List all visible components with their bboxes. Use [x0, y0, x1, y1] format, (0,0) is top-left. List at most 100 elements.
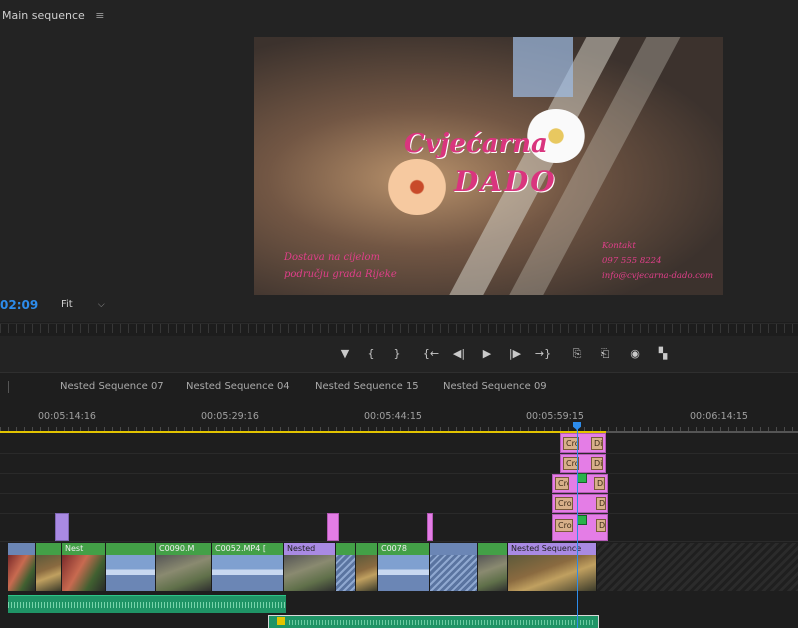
shop-title-line1: Cvjećarna	[404, 129, 548, 159]
clip-body[interactable]	[106, 555, 156, 591]
clip-body[interactable]	[336, 555, 356, 591]
cross-dissolve-transition[interactable]: Cros	[555, 497, 573, 510]
play-button[interactable]: ▶	[478, 347, 496, 361]
clip-label[interactable]	[478, 543, 508, 555]
contact-line2: 097 555 8224	[602, 256, 662, 266]
playhead-line	[577, 429, 578, 628]
track-divider	[0, 493, 798, 494]
lift-button[interactable]: ⎘	[568, 347, 586, 361]
playhead-timecode[interactable]: 02:09	[0, 298, 38, 312]
dip-transition[interactable]: Di	[591, 437, 603, 450]
audio-clip-a1[interactable]	[8, 595, 286, 613]
shop-title-line2: DADO	[454, 165, 557, 198]
export-frame-button[interactable]: ◉	[626, 347, 644, 361]
clip-thumbnail[interactable]	[478, 555, 508, 591]
clip-label[interactable]	[36, 543, 62, 555]
ruler-label: 00:06:14:15	[690, 411, 748, 422]
zoom-dropdown[interactable]: Fit ⌵	[61, 299, 105, 310]
nested-clip-v2[interactable]	[55, 513, 69, 541]
background-window	[513, 37, 573, 97]
track-divider	[0, 513, 798, 514]
clip-label[interactable]	[430, 543, 478, 555]
peach-flower-image	[386, 159, 448, 215]
mark-in-button[interactable]: {	[362, 347, 380, 361]
sequence-name: Main sequence	[2, 9, 85, 22]
dip-transition[interactable]: Di	[596, 497, 606, 510]
cross-dissolve-transition[interactable]: Cros	[555, 519, 573, 532]
sequence-title: Main sequence ≡	[2, 9, 104, 22]
clip-thumbnail[interactable]	[8, 555, 36, 591]
contact-line1: Kontakt	[602, 241, 636, 251]
fx-badge-icon	[577, 515, 587, 525]
tab-nested-sequence-07[interactable]: Nested Sequence 07	[60, 381, 164, 392]
clip-thumbnail[interactable]	[156, 555, 212, 591]
video-track-v1: Nest C0090.M C0052.MP4 [ Nested C0078 Ne…	[8, 543, 597, 591]
audio-waveform	[8, 602, 286, 608]
audio-clip-a2[interactable]	[268, 615, 599, 628]
clip-body[interactable]	[378, 555, 430, 591]
go-to-in-button[interactable]: {←	[422, 347, 440, 361]
clip-thumbnail[interactable]	[508, 555, 597, 591]
tab-nested-sequence-09[interactable]: Nested Sequence 09	[443, 381, 547, 392]
fx-badge-icon	[577, 473, 587, 483]
clip-label[interactable]	[356, 543, 378, 555]
panel-menu-icon[interactable]: ≡	[95, 9, 104, 22]
step-forward-button[interactable]: |▶	[506, 347, 524, 361]
ruler-label: 00:05:44:15	[364, 411, 422, 422]
contact-text: Kontakt 097 555 8224 info@cvjecarna-dado…	[602, 239, 713, 284]
time-ruler[interactable]: 00:05:14:16 00:05:29:16 00:05:44:15 00:0…	[0, 403, 798, 431]
track-divider	[0, 473, 798, 474]
clip-label[interactable]: C0052.MP4 [	[212, 543, 284, 555]
add-marker-button[interactable]: ▼	[336, 347, 354, 361]
clip-label[interactable]: Nested Sequence	[508, 543, 597, 555]
clip-label[interactable]: Nested	[284, 543, 336, 555]
work-area-remainder	[606, 431, 798, 433]
delivery-line1: Dostava na cijelom	[284, 252, 381, 263]
clip-label[interactable]	[336, 543, 356, 555]
clip-thumbnail[interactable]	[36, 555, 62, 591]
step-back-button[interactable]: ◀|	[450, 347, 468, 361]
video-preview[interactable]: Cvjećarna DADO Dostava na cijelom područ…	[254, 37, 723, 295]
ruler-label: 00:05:14:16	[38, 411, 96, 422]
clip-thumbnail[interactable]	[356, 555, 378, 591]
clip-body[interactable]	[212, 555, 284, 591]
clip-label[interactable]	[8, 543, 36, 555]
track-divider	[0, 453, 798, 454]
tab-nested-sequence-15[interactable]: Nested Sequence 15	[315, 381, 419, 392]
clip-label[interactable]: Nest	[62, 543, 106, 555]
work-area-bar[interactable]	[0, 431, 606, 433]
monitor-footer: 02:09 Fit ⌵	[0, 298, 798, 314]
ruler-label: 00:05:29:16	[201, 411, 259, 422]
zoom-value: Fit	[61, 299, 73, 310]
comparison-view-button[interactable]: ▚	[654, 347, 672, 361]
monitor-mini-ruler[interactable]	[0, 323, 798, 333]
tab-divider	[8, 381, 9, 393]
fx-badge-icon	[277, 617, 285, 625]
mark-out-button[interactable]: }	[388, 347, 406, 361]
ruler-label: 00:05:59:15	[526, 411, 584, 422]
program-monitor: Main sequence ≡ Cvjećarna DADO Dostava n…	[0, 0, 798, 322]
track-divider	[0, 541, 798, 542]
extract-button[interactable]: ⎗	[596, 347, 614, 361]
graphic-clip-v2[interactable]	[327, 513, 339, 541]
clip-thumbnail[interactable]	[62, 555, 106, 591]
cross-dissolve-transition[interactable]: Cro	[555, 477, 569, 490]
timeline-panel: Nested Sequence 07 Nested Sequence 04 Ne…	[0, 372, 798, 628]
clip-label[interactable]: C0078	[378, 543, 430, 555]
graphic-clip-v2[interactable]	[427, 513, 433, 541]
go-to-out-button[interactable]: →}	[534, 347, 552, 361]
chevron-down-icon: ⌵	[97, 300, 105, 310]
delivery-line2: području grada Rijeke	[284, 269, 397, 280]
dip-transition[interactable]: Di	[594, 477, 605, 490]
contact-line3: info@cvjecarna-dado.com	[602, 271, 714, 281]
dip-transition[interactable]: Di	[596, 519, 606, 532]
transport-controls: ▼ { } {← ◀| ▶ |▶ →} ⎘ ⎗ ◉ ▚	[0, 336, 798, 372]
dip-transition[interactable]: Di	[591, 457, 603, 470]
clip-thumbnail[interactable]	[284, 555, 336, 591]
delivery-text: Dostava na cijelom području grada Rijeke	[284, 249, 397, 283]
clip-label[interactable]: C0090.M	[156, 543, 212, 555]
audio-waveform	[289, 620, 594, 625]
clip-body[interactable]	[430, 555, 478, 591]
clip-label[interactable]	[106, 543, 156, 555]
tab-nested-sequence-04[interactable]: Nested Sequence 04	[186, 381, 290, 392]
